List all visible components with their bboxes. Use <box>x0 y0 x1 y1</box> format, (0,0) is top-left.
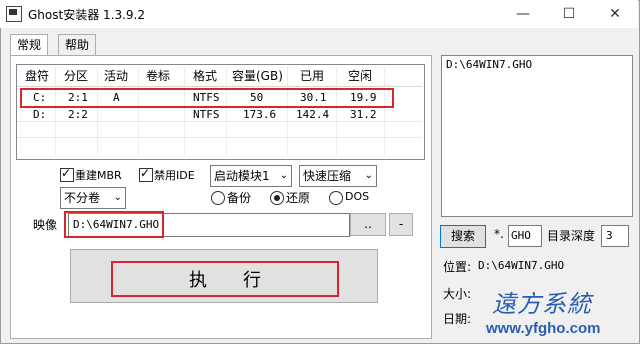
extension-value: GHO <box>511 229 531 242</box>
rebuild-mbr-checkbox[interactable] <box>60 166 74 182</box>
table-cell: A <box>113 91 120 104</box>
extension-input[interactable]: GHO <box>508 225 542 247</box>
image-path-highlight <box>64 211 164 238</box>
size-label: 大小: <box>443 287 472 301</box>
table-cell: 50 <box>250 91 264 104</box>
restore-radio[interactable] <box>270 191 284 205</box>
column-header-label[interactable]: 卷标 <box>146 67 170 84</box>
table-cell: NTFS <box>193 91 220 104</box>
watermark-url: www.yfgho.com <box>486 320 601 337</box>
depth-input[interactable]: 3 <box>601 225 629 247</box>
table-cell: 173.6 <box>243 108 277 121</box>
table-cell: 30.1 <box>300 91 327 104</box>
split-select[interactable]: 不分卷 ⌄ <box>60 187 126 209</box>
disable-ide-label[interactable]: 禁用IDE <box>154 167 195 183</box>
depth-label: 目录深度 <box>547 229 596 243</box>
browse-button[interactable]: .. <box>350 213 386 236</box>
search-result-list[interactable] <box>441 55 633 217</box>
disable-ide-checkbox[interactable] <box>139 166 153 182</box>
chevron-down-icon: ⌄ <box>364 170 373 181</box>
table-cell: C: <box>33 91 47 104</box>
column-header-free[interactable]: 空闲 <box>348 67 372 84</box>
column-header-drive[interactable]: 盘符 <box>25 67 49 84</box>
search-result-item[interactable]: D:\64WIN7.GHO <box>446 58 532 71</box>
rebuild-mbr-label[interactable]: 重建MBR <box>75 167 122 183</box>
backup-radio[interactable] <box>211 191 225 205</box>
header-divider <box>17 86 422 87</box>
backup-label[interactable]: 备份 <box>227 189 251 206</box>
search-button[interactable]: 搜索 <box>440 225 486 248</box>
compress-select[interactable]: 快速压缩 ⌄ <box>299 165 377 187</box>
split-value: 不分卷 <box>64 191 101 205</box>
boot-module-value: 启动模块1 <box>214 169 270 183</box>
table-cell: 2:1 <box>68 91 88 104</box>
table-cell: D: <box>33 108 47 121</box>
close-button[interactable]: ✕ <box>592 0 638 28</box>
location-value: D:\64WIN7.GHO <box>478 259 565 272</box>
tab-help[interactable]: 帮助 <box>58 34 97 55</box>
table-cell: 31.2 <box>350 108 377 121</box>
minimize-button[interactable]: — <box>500 0 546 28</box>
window-title: Ghost安装器 1.3.9.2 <box>28 8 146 22</box>
dos-radio[interactable] <box>329 191 343 205</box>
column-header-format[interactable]: 格式 <box>193 67 217 84</box>
tab-general[interactable]: 常规 <box>10 34 49 56</box>
app-icon <box>6 6 22 22</box>
chevron-down-icon: ⌄ <box>113 192 122 203</box>
column-divider <box>336 67 337 155</box>
column-divider <box>138 67 139 155</box>
row-divider <box>17 121 422 122</box>
column-divider <box>384 67 385 155</box>
column-divider <box>184 67 185 155</box>
table-cell: NTFS <box>193 108 220 121</box>
column-header-capacity[interactable]: 容量(GB) <box>232 67 283 84</box>
date-label: 日期: <box>443 312 472 326</box>
column-header-partition[interactable]: 分区 <box>64 67 88 84</box>
row-divider <box>17 137 422 138</box>
compress-value: 快速压缩 <box>303 169 352 183</box>
table-cell: 142.4 <box>296 108 330 121</box>
depth-value: 3 <box>606 229 613 242</box>
column-divider <box>226 67 227 155</box>
table-cell: 2:2 <box>68 108 88 121</box>
dos-label[interactable]: DOS <box>345 190 369 203</box>
column-divider <box>97 67 98 155</box>
restore-label[interactable]: 还原 <box>286 189 310 206</box>
maximize-button[interactable]: ☐ <box>546 0 592 28</box>
image-label: 映像 <box>33 218 58 232</box>
execute-button-label[interactable]: 执 行 <box>111 266 339 292</box>
column-header-active[interactable]: 活动 <box>104 67 128 84</box>
remove-button[interactable]: - <box>389 213 413 236</box>
column-header-used[interactable]: 已用 <box>300 67 324 84</box>
extension-prefix: *. <box>494 227 504 241</box>
chevron-down-icon: ⌄ <box>279 170 288 181</box>
location-label: 位置: <box>443 260 472 274</box>
column-divider <box>55 67 56 155</box>
table-cell: 19.9 <box>350 91 377 104</box>
boot-module-select[interactable]: 启动模块1 ⌄ <box>210 165 292 187</box>
column-divider <box>287 67 288 155</box>
watermark-logo: 遠方系統 <box>492 290 592 318</box>
